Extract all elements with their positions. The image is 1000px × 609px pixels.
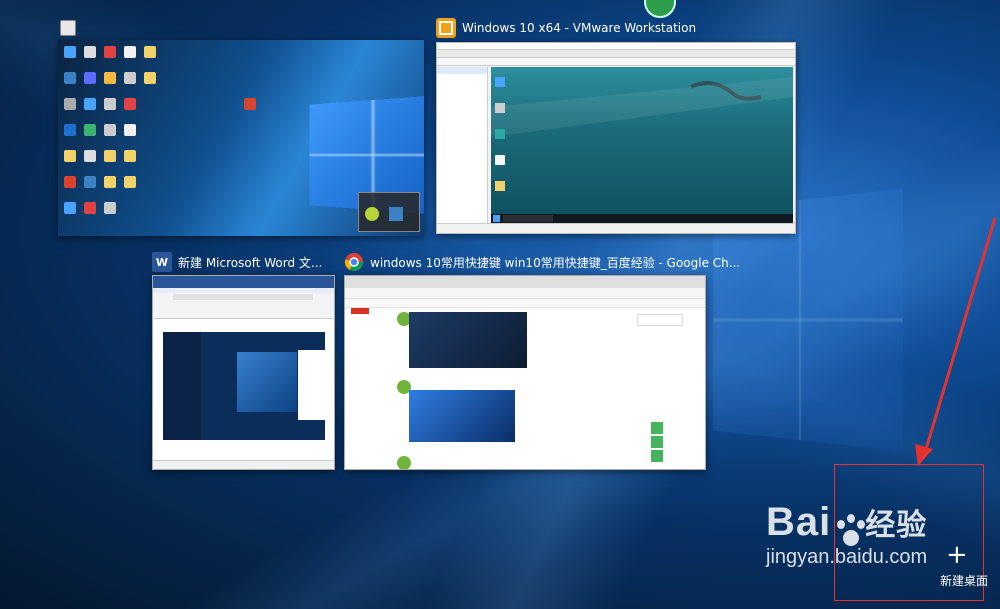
watermark-brand: Bai [766, 500, 832, 544]
watermark-url: jingyan.baidu.com [766, 545, 928, 568]
watermark-brand-cn: 经验 [865, 508, 928, 543]
baidu-watermark: Bai 经验 jingyan.baidu.com [766, 500, 927, 569]
new-desktop-plus-icon[interactable]: + [946, 542, 968, 568]
baidu-paw-icon [831, 513, 866, 548]
new-desktop-label[interactable]: 新建桌面 [940, 572, 988, 589]
